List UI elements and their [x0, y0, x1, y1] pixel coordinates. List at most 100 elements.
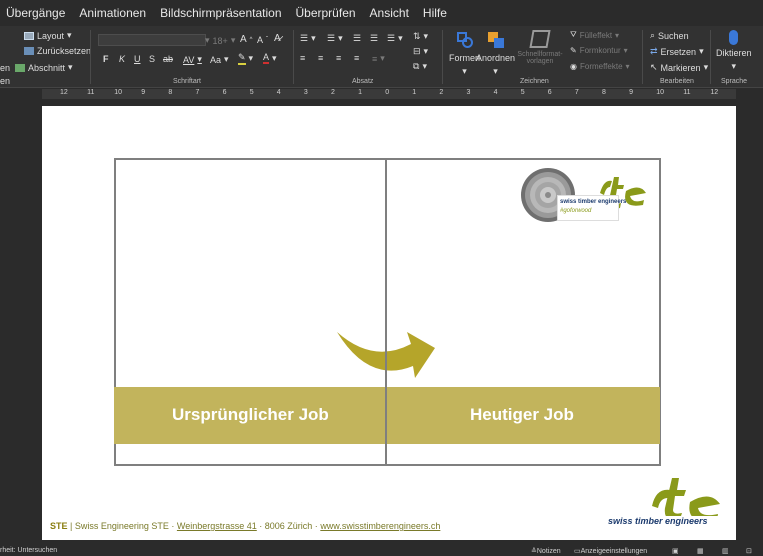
columns-button[interactable]: ≡ ▾ [372, 53, 385, 64]
chevron-down-icon: ▾ [703, 62, 709, 72]
shape-fill-button[interactable]: ⛛ Fülleffekt ▾ [570, 30, 619, 40]
slides-group-label-cut: en [0, 76, 11, 86]
highlighter-icon: ✎ [238, 52, 246, 65]
align-right-button[interactable]: ≡ [336, 53, 341, 63]
footer-url[interactable]: www.swisstimberengineers.ch [320, 521, 440, 531]
status-bar: rheit: Untersuchen ≙ Notizen ▭ Anzeigeei… [0, 546, 763, 556]
paint-bucket-icon: ⛛ [570, 30, 577, 39]
search-icon: ⌕ [650, 30, 656, 40]
accessibility-status[interactable]: rheit: Untersuchen [0, 547, 57, 554]
shape-effects-button[interactable]: ◉ Formeffekte ▾ [570, 62, 630, 71]
align-center-button[interactable]: ≡ [318, 53, 323, 63]
menu-review[interactable]: Überprüfen [296, 6, 356, 20]
bold-button[interactable]: F [103, 54, 109, 64]
ruler-tick: 10 [656, 89, 664, 96]
ste-logo-main[interactable]: swiss timber engineers [606, 474, 730, 530]
divider [710, 30, 711, 84]
shadow-button[interactable]: S [149, 54, 155, 64]
presenter-view-icon[interactable]: ⊡ [746, 547, 752, 555]
find-button[interactable]: ⌕ Suchen [650, 30, 689, 41]
menu-transitions[interactable]: Übergänge [6, 6, 65, 20]
underline-button[interactable]: U [134, 54, 141, 64]
effects-label: Formeffekte [579, 62, 623, 71]
cut-label: en [0, 62, 11, 73]
increase-indent-button[interactable]: ☰ [370, 33, 378, 44]
slide-sorter-icon[interactable]: ▦ [697, 547, 704, 555]
paragraph-group-label: Absatz [352, 78, 374, 85]
section-label: Abschnitt [28, 62, 66, 73]
menu-view[interactable]: Ansicht [370, 6, 409, 20]
line-spacing-button[interactable]: ☰ ▾ [387, 33, 403, 44]
arrange-button[interactable]: Anordnen ▾ [476, 30, 515, 77]
ruler-tick: 12 [60, 89, 68, 96]
quick-styles-button[interactable]: Schnellformat-vorlagen [516, 30, 564, 65]
logo-main-brand: swiss timber engineers [608, 516, 708, 526]
shape-effects-icon: ◉ [570, 62, 577, 71]
shrink-font-button[interactable]: Aˇ [257, 35, 268, 45]
decrease-indent-button[interactable]: ☰ [353, 33, 361, 44]
ste-logo-small[interactable]: swiss timber engineers #goforwood [520, 165, 654, 225]
shadow-label: S [149, 54, 156, 64]
shape-outline-button[interactable]: ✎ Formkontur ▾ [570, 46, 628, 55]
font-group-label: Schriftart [173, 78, 202, 85]
clear-format-icon[interactable]: A̷ [274, 33, 281, 44]
underline-label: U [134, 54, 141, 64]
highlight-button[interactable]: ✎ ▾ [238, 52, 253, 65]
section-icon [15, 63, 26, 72]
ruler-tick: 6 [222, 89, 227, 96]
bullet-list-icon: ☰ [300, 33, 309, 43]
layout-button[interactable]: Layout ▾ [24, 30, 72, 41]
smartart-button[interactable]: ⧉ ▾ [413, 61, 427, 72]
display-settings-button[interactable]: ▭ Anzeigeeinstellungen [574, 547, 647, 555]
change-case-button[interactable]: Aa ▾ [210, 54, 229, 65]
grow-font-button[interactable]: A ^ [240, 34, 253, 45]
chevron-down-icon: ▾ [615, 30, 620, 40]
font-name-combo[interactable] [98, 34, 206, 46]
font-size-combo[interactable]: ▾ 18+ ▾ [205, 35, 235, 46]
italic-label: K [119, 54, 126, 64]
dictate-button[interactable]: Diktieren ▾ [716, 30, 752, 72]
notes-button[interactable]: ≙ Notizen [531, 547, 561, 555]
menu-animations[interactable]: Animationen [79, 6, 146, 20]
reset-button[interactable]: Zurücksetzen [24, 46, 91, 56]
italic-button[interactable]: K [119, 54, 125, 64]
ruler-tick: 7 [195, 89, 200, 96]
font-color-button[interactable]: A ▾ [263, 52, 277, 64]
dictate-label: Diktieren [716, 48, 752, 58]
align-text-button[interactable]: ⊟ ▾ [413, 46, 428, 57]
align-left-button[interactable]: ≡ [300, 53, 305, 63]
numbering-button[interactable]: ☰ ▾ [327, 33, 343, 44]
ruler-tick: 3 [466, 89, 471, 96]
menu-help[interactable]: Hilfe [423, 6, 447, 20]
divider [442, 30, 443, 84]
reading-view-icon[interactable]: ▥ [722, 547, 729, 555]
ruler-tick: 4 [276, 89, 281, 96]
char-spacing-button[interactable]: AV ▾ [183, 54, 202, 65]
line-spacing-icon: ☰ [387, 33, 396, 43]
fill-label: Fülleffekt [579, 30, 613, 40]
chevron-down-icon: ▾ [338, 33, 343, 43]
slide-footer[interactable]: STE | Swiss Engineering STE · Weinbergst… [50, 521, 440, 531]
arrange-label: Anordnen [476, 53, 516, 63]
align-left-icon: ≡ [300, 53, 306, 63]
original-job-label[interactable]: Ursprünglicher Job [172, 405, 329, 425]
current-job-label[interactable]: Heutiger Job [470, 405, 574, 425]
ruler-tick: 7 [574, 89, 579, 96]
chevron-down-icon: ▾ [699, 46, 704, 56]
outdent-icon: ☰ [353, 33, 362, 43]
menu-slideshow[interactable]: Bildschirmpräsentation [160, 6, 281, 20]
cursor-icon: ↖ [650, 62, 658, 72]
quick-styles-icon [529, 30, 551, 48]
strikethrough-button[interactable]: ab [163, 54, 173, 64]
text-direction-button[interactable]: ⇅ ▾ [413, 31, 428, 42]
bullets-button[interactable]: ☰ ▾ [300, 33, 316, 44]
ruler-tick: 11 [87, 89, 95, 96]
select-button[interactable]: ↖ Markieren ▾ [650, 62, 708, 73]
normal-view-icon[interactable]: ▣ [672, 547, 679, 555]
justify-button[interactable]: ≡ [354, 53, 359, 63]
ruler-tick: 9 [141, 89, 146, 96]
smartart-icon: ⧉ [413, 61, 420, 71]
section-button[interactable]: en Abschnitt ▾ [0, 62, 73, 73]
ruler-tick: 4 [493, 89, 498, 96]
replace-button[interactable]: ⇄ Ersetzen ▾ [650, 46, 704, 57]
